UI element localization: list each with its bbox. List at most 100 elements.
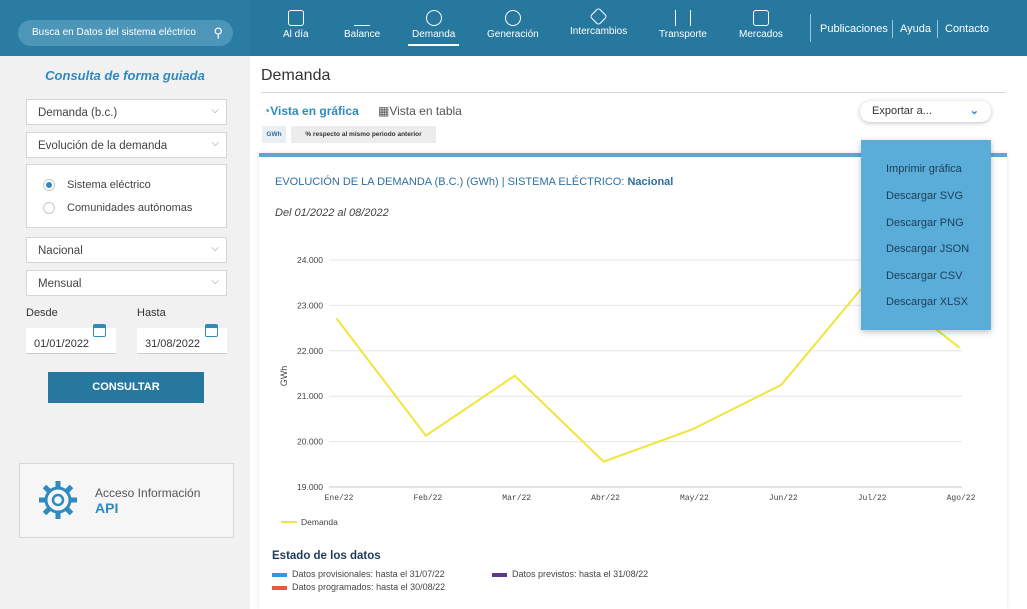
gear-icon (39, 481, 77, 519)
measure-select[interactable]: Demanda (b.c.) ⌵ (26, 99, 227, 125)
x-tick-label: Jul/22 (858, 494, 887, 503)
select-value: Demanda (b.c.) (38, 107, 118, 119)
menu-item-png[interactable]: Descargar PNG (886, 217, 964, 229)
page-title: Demanda (261, 67, 331, 84)
y-tick-label: 24.000 (297, 255, 323, 265)
nav-transporte[interactable]: Transporte (659, 10, 707, 40)
radio-button[interactable] (43, 202, 55, 215)
x-tick-label: Ago/22 (947, 494, 976, 503)
chart-subtitle: Del 01/2022 al 08/2022 (275, 207, 389, 219)
nav-mercados[interactable]: Mercados (739, 10, 783, 40)
data-point (336, 318, 338, 321)
tab-graph-view[interactable]: ◔Vista en gráfica (263, 104, 359, 118)
tab-label: Vista en tabla (389, 104, 462, 118)
x-tick-label: Mar/22 (502, 494, 531, 503)
nav-al-dia[interactable]: Al día (283, 10, 309, 40)
api-title: API (95, 500, 119, 516)
api-access-card[interactable]: Acceso Información API (19, 463, 234, 538)
status-value: hasta el 31/08/22 (579, 569, 649, 579)
legend-label: Demanda (301, 517, 338, 527)
menu-item-print[interactable]: Imprimir gráfica (886, 163, 962, 175)
search-placeholder: Busca en Datos del sistema eléctrico (32, 27, 196, 38)
market-icon (752, 10, 769, 26)
y-tick-label: 20.000 (297, 437, 323, 447)
demand-icon (425, 10, 442, 26)
top-bar: Busca en Datos del sistema eléctrico ⚲ A… (0, 0, 1027, 56)
search-input[interactable]: Busca en Datos del sistema eléctrico ⚲ (18, 20, 233, 46)
status-scheduled: Datos programados: hasta el 30/08/22 (272, 582, 445, 592)
nav-balance[interactable]: Balance (344, 10, 380, 40)
al-dia-icon (287, 10, 304, 26)
select-value: Mensual (38, 278, 82, 290)
view-select[interactable]: Evolución de la demanda ⌵ (26, 132, 227, 158)
chevron-down-icon: ⌵ (211, 105, 219, 116)
from-date-value: 01/01/2022 (34, 338, 90, 350)
data-point (513, 374, 516, 377)
calendar-icon[interactable] (205, 324, 218, 337)
x-tick-label: Abr/22 (591, 494, 620, 503)
compare-tag[interactable]: % respecto al mismo periodo anterior (291, 126, 436, 143)
radio-comunidades[interactable]: Comunidades autónomas (43, 202, 193, 215)
menu-item-svg[interactable]: Descargar SVG (886, 190, 963, 202)
nav-generacion[interactable]: Generación (487, 10, 539, 40)
sidebar-title: Consulta de forma guiada (45, 68, 205, 83)
chart-title-main: EVOLUCIÓN DE LA DEMANDA (B.C.) (GWh) | S… (275, 176, 625, 188)
status-label: Datos previstos: (512, 569, 577, 579)
chevron-down-icon: ⌵ (211, 276, 219, 287)
to-date-value: 31/08/2022 (145, 338, 201, 350)
radio-sistema-electrico[interactable]: Sistema eléctrico (43, 179, 151, 192)
x-tick-label: Jun/22 (769, 494, 798, 503)
search-icon[interactable]: ⚲ (213, 25, 223, 41)
link-divider (892, 20, 893, 38)
y-tick-label: 19.000 (297, 482, 323, 492)
region-select[interactable]: Nacional ⌵ (26, 237, 227, 263)
unit-tag[interactable]: GWh (262, 126, 286, 143)
export-dropdown[interactable]: Exportar a... ⌄ (860, 101, 991, 122)
data-point (691, 428, 694, 431)
data-point (958, 346, 960, 349)
scale-icon (354, 10, 371, 26)
chart-title: EVOLUCIÓN DE LA DEMANDA (B.C.) (GWh) | S… (275, 176, 673, 188)
x-tick-label: May/22 (680, 494, 709, 503)
link-contacto[interactable]: Contacto (945, 23, 989, 35)
period-select[interactable]: Mensual ⌵ (26, 270, 227, 296)
y-tick-label: 21.000 (297, 391, 323, 401)
nav-label: Demanda (412, 29, 456, 40)
data-point (424, 434, 427, 437)
export-menu: Imprimir gráfica Descargar SVG Descargar… (861, 140, 991, 330)
exchange-icon (589, 7, 608, 26)
legend-swatch (272, 585, 287, 590)
data-point (780, 383, 783, 386)
link-ayuda[interactable]: Ayuda (900, 23, 931, 35)
chart-title-region: Nacional (627, 176, 674, 188)
nav-label: Generación (487, 29, 539, 40)
menu-item-json[interactable]: Descargar JSON (886, 243, 969, 255)
chevron-down-icon: ⌵ (211, 243, 219, 254)
tab-table-view[interactable]: ▦Vista en tabla (378, 104, 462, 118)
tab-label: Vista en gráfica (270, 104, 359, 118)
menu-item-xlsx[interactable]: Descargar XLSX (886, 296, 968, 308)
x-tick-label: Feb/22 (413, 494, 442, 503)
select-value: Evolución de la demanda (38, 140, 168, 152)
consult-button[interactable]: CONSULTAR (48, 372, 204, 403)
link-publicaciones[interactable]: Publicaciones (820, 23, 888, 35)
status-provisional: Datos provisionales: hasta el 31/07/22 (272, 569, 445, 579)
legend-swatch (492, 572, 507, 577)
table-icon: ▦ (378, 104, 390, 118)
status-forecast: Datos previstos: hasta el 31/08/22 (492, 569, 648, 579)
nav-demanda[interactable]: Demanda (407, 10, 460, 46)
chevron-down-icon: ⌄ (969, 105, 979, 117)
export-label: Exportar a... (872, 105, 932, 117)
nav-label: Transporte (659, 29, 707, 40)
legend-swatch (272, 572, 287, 577)
status-value: hasta el 31/07/22 (375, 569, 445, 579)
status-label: Datos provisionales: (292, 569, 374, 579)
select-value: Nacional (38, 245, 83, 257)
calendar-icon[interactable] (93, 324, 106, 337)
menu-item-csv[interactable]: Descargar CSV (886, 270, 962, 282)
radio-button[interactable] (43, 179, 55, 192)
radio-label: Sistema eléctrico (67, 179, 151, 191)
nav-intercambios[interactable]: Intercambios (570, 7, 627, 37)
radio-label: Comunidades autónomas (67, 202, 193, 214)
y-tick-label: 22.000 (297, 346, 323, 356)
